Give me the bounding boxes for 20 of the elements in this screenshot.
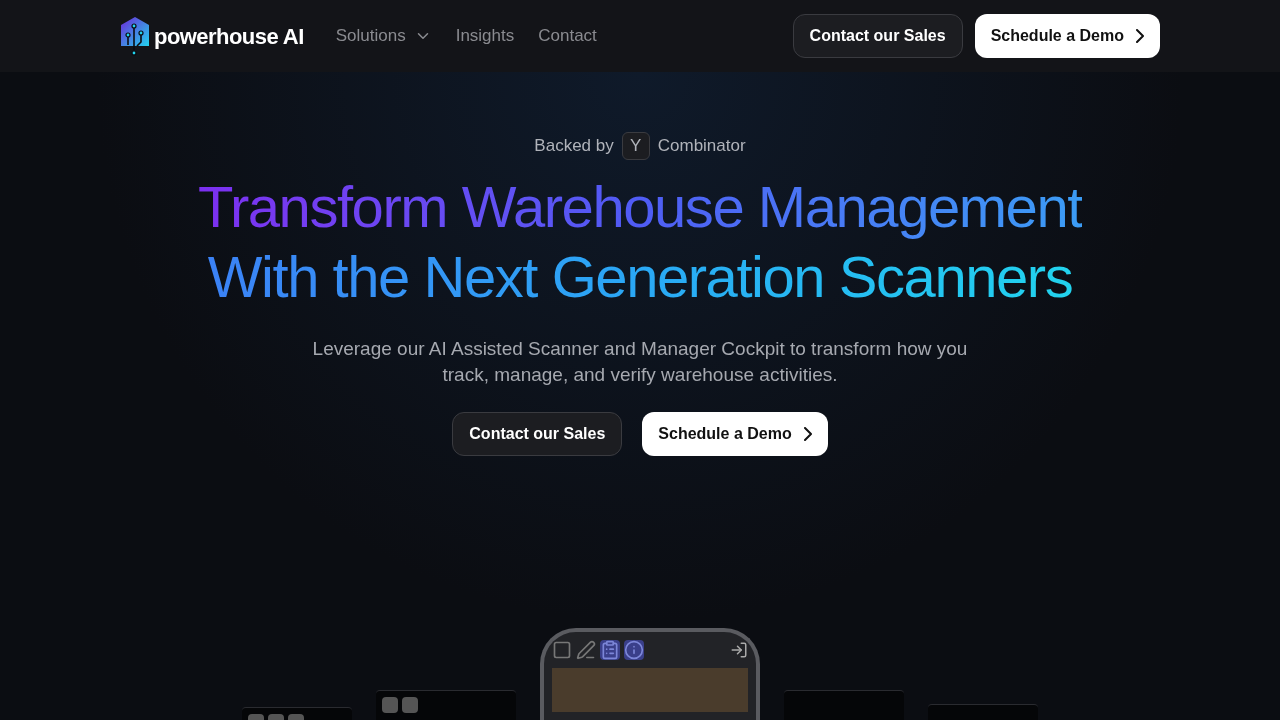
nav-link[interactable]: Insights [455,23,515,49]
info-icon [624,640,644,660]
combinator-text: Combinator [657,135,746,158]
house-circuit-logo-icon [120,16,150,56]
clipboard-icon [600,640,620,660]
contact-sales-button[interactable]: Contact our Sales [792,14,963,58]
brand-name: powerhouse AI [154,22,304,51]
nav-dropdown[interactable]: Solutions [335,23,432,49]
schedule-demo-button[interactable]: Schedule a Demo [974,14,1160,58]
contact-sales-button[interactable]: Contact our Sales [452,412,623,456]
nav-link[interactable]: Contact [538,23,597,49]
hero-subtitle: Leverage our AI Assisted Scanner and Manager Cockpit to transform how you track, manage, and verify warehouse activities. [311,337,969,387]
chevron-right-icon [803,427,812,441]
schedule-demo-button[interactable]: Schedule a Demo [642,412,828,456]
pen-icon [576,640,596,660]
chevron-right-icon [1136,29,1144,43]
square-icon [552,640,572,660]
login-icon [730,641,748,659]
y-badge: Y [621,132,650,160]
backed-by-text: Backed by [534,135,614,158]
